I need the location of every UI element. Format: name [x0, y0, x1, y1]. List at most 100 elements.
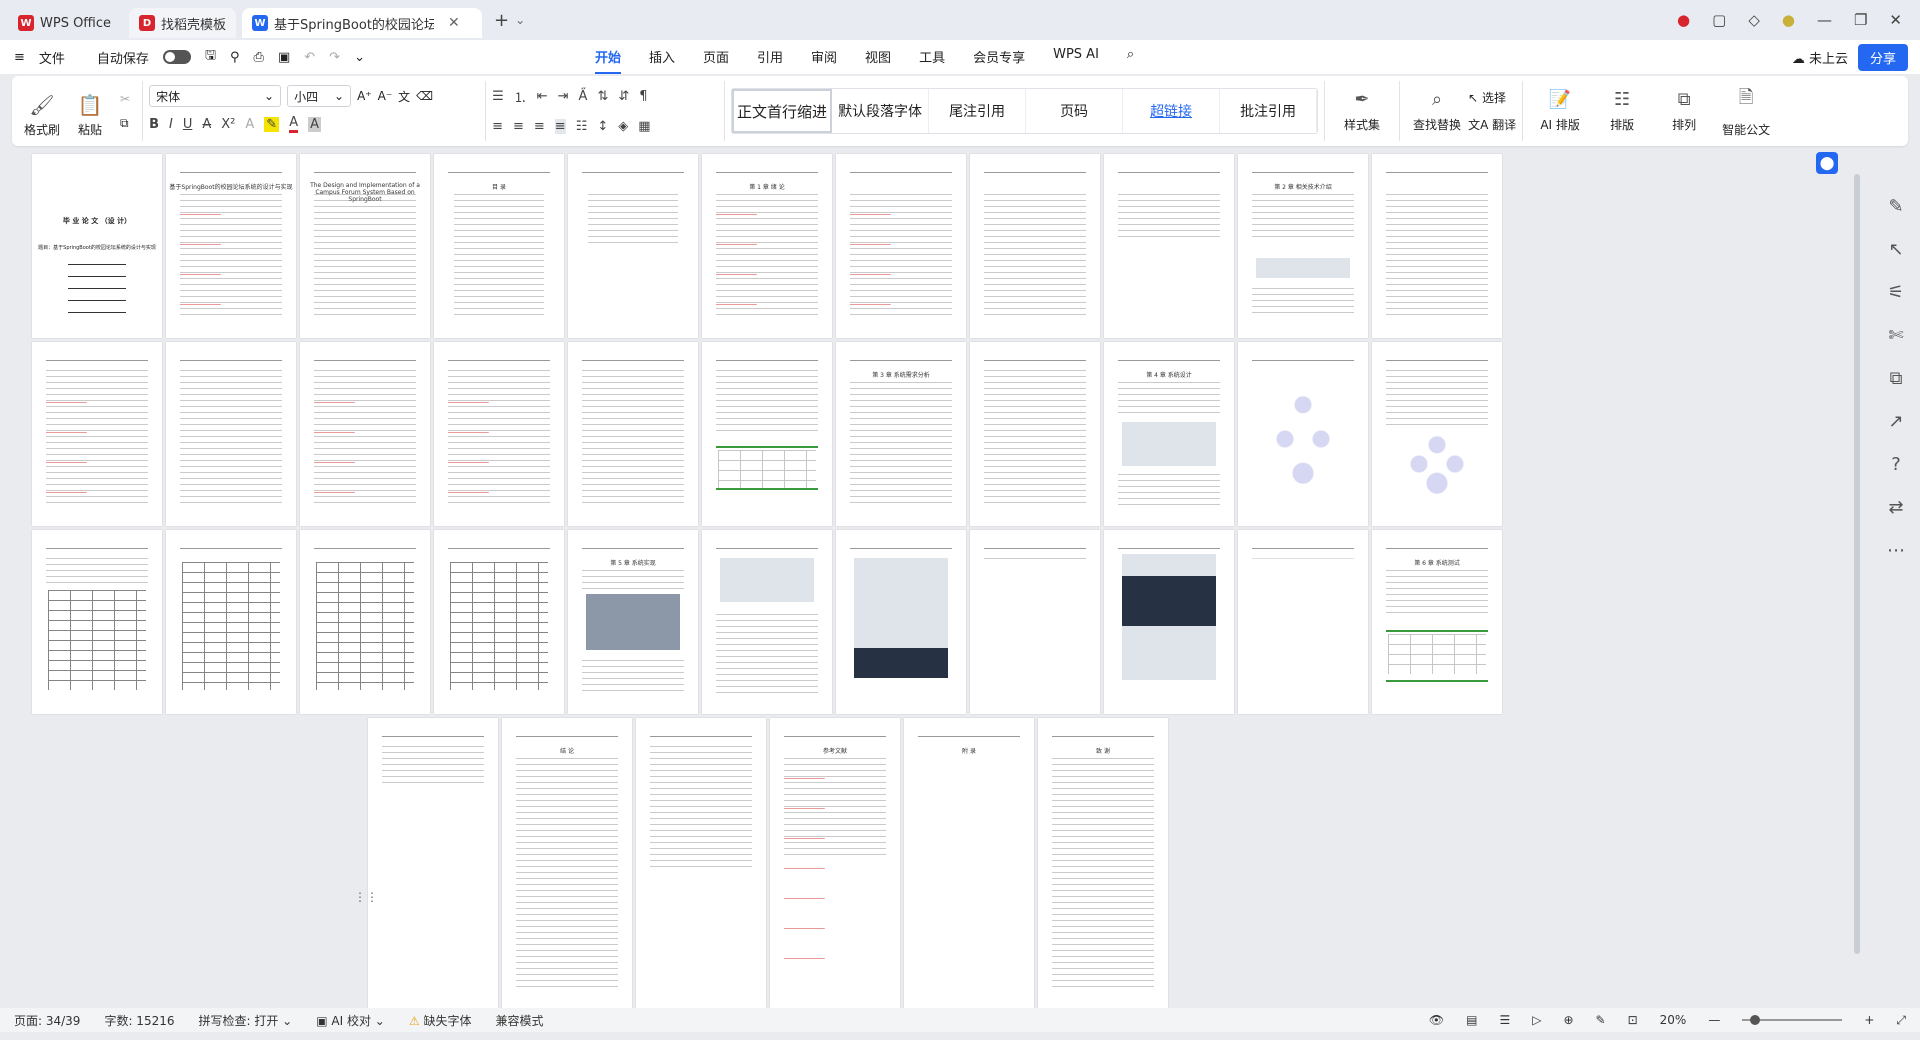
location-pin-icon[interactable]: ⬤	[1816, 152, 1838, 174]
format-icon[interactable]: ⚲	[230, 50, 240, 65]
page-thumbnail[interactable]: 第 4 章 系统设计	[1104, 342, 1234, 526]
style-item[interactable]: 默认段落字体	[832, 89, 930, 133]
menu-references[interactable]: 引用	[757, 41, 783, 74]
page-thumbnail[interactable]	[836, 530, 966, 714]
justify-icon[interactable]: ≡	[554, 118, 566, 134]
page-thumbnail[interactable]: 第 1 章 绪 论	[702, 154, 832, 338]
page-thumbnail[interactable]	[434, 530, 564, 714]
style-item[interactable]: 尾注引用	[929, 89, 1027, 133]
zoom-level[interactable]: 20%	[1660, 1013, 1687, 1027]
page-thumbnail[interactable]	[32, 342, 162, 526]
missing-font-warning[interactable]: ⚠ 缺失字体	[409, 1012, 472, 1029]
word-count[interactable]: 字数: 15216	[104, 1012, 174, 1029]
borders-icon[interactable]: ▦	[638, 119, 650, 134]
page-thumbnail[interactable]	[568, 154, 698, 338]
sort-icon[interactable]: ⇵	[618, 89, 629, 104]
skin-icon[interactable]: ◇	[1748, 11, 1760, 29]
menu-insert[interactable]: 插入	[649, 41, 675, 74]
zoom-in-icon[interactable]: +	[1864, 1013, 1874, 1027]
page-thumbnail[interactable]	[1238, 342, 1368, 526]
page-thumbnail[interactable]	[1104, 530, 1234, 714]
align-left-icon[interactable]: ≡	[492, 119, 503, 134]
close-tab-icon[interactable]: ✕	[448, 15, 460, 31]
page-thumbnail[interactable]: 第 6 章 系统测试	[1372, 530, 1502, 714]
edit-icon[interactable]: ✎	[1888, 196, 1903, 217]
page-thumbnail[interactable]	[702, 530, 832, 714]
phonetic-icon[interactable]: 文	[398, 88, 410, 105]
save-icon[interactable]: 🖫	[205, 46, 216, 68]
grow-font-icon[interactable]: A⁺	[357, 89, 372, 103]
cut-icon[interactable]: ✂	[120, 92, 130, 106]
page-thumbnail[interactable]	[970, 154, 1100, 338]
superscript-icon[interactable]: X²	[221, 117, 235, 132]
fullscreen-icon[interactable]: ⤢	[1896, 1013, 1906, 1028]
font-color-icon[interactable]: A	[289, 115, 299, 133]
web-view-icon[interactable]: ⊕	[1563, 1013, 1573, 1027]
menu-wps-ai[interactable]: WPS AI	[1053, 41, 1099, 74]
distribute-icon[interactable]: ☷	[576, 119, 588, 134]
select-cursor-icon[interactable]: ↖	[1888, 239, 1903, 260]
page-thumbnail[interactable]	[970, 342, 1100, 526]
decrease-indent-icon[interactable]: ⇤	[537, 89, 548, 104]
page-thumbnail[interactable]: 致 谢	[1038, 718, 1168, 1008]
style-item[interactable]: 批注引用	[1220, 89, 1318, 133]
file-menu[interactable]: 文件	[39, 48, 65, 67]
page-thumbnail[interactable]	[368, 718, 498, 1008]
page-thumbnail[interactable]: 基于SpringBoot的校园论坛系统的设计与实现	[166, 154, 296, 338]
layout-button[interactable]: ☷ 排版	[1591, 89, 1653, 133]
char-shading-icon[interactable]: A	[308, 116, 321, 132]
undo-icon[interactable]: ↶	[304, 50, 315, 65]
text-effect-icon[interactable]: A	[245, 117, 254, 132]
menu-review[interactable]: 审阅	[811, 41, 837, 74]
tools-icon[interactable]: ✄	[1888, 325, 1903, 346]
page-thumbnail[interactable]	[836, 154, 966, 338]
new-tab-icon[interactable]: +	[494, 10, 509, 31]
page-thumbnail[interactable]	[166, 342, 296, 526]
page-thumbnail[interactable]: The Design and Implementation of a Campu…	[300, 154, 430, 338]
page-thumbnail[interactable]	[300, 342, 430, 526]
help-icon[interactable]: ?	[1891, 454, 1901, 475]
style-item[interactable]: 正文首行缩进	[732, 89, 833, 133]
font-name-select[interactable]: 宋体 ⌄	[149, 85, 282, 107]
page-thumbnail[interactable]	[434, 342, 564, 526]
menu-member[interactable]: 会员专享	[973, 41, 1025, 74]
page-thumbnail[interactable]: 第 3 章 系统需求分析	[836, 342, 966, 526]
page-view-icon[interactable]: ▤	[1466, 1013, 1477, 1027]
show-marks-icon[interactable]: ¶	[639, 89, 647, 104]
translate-button[interactable]: 文A 翻译	[1468, 116, 1516, 133]
layers-icon[interactable]: ⧉	[1890, 368, 1903, 389]
print-icon[interactable]: ⎙	[254, 50, 264, 65]
page-thumbnail[interactable]: 第 5 章 系统实现	[568, 530, 698, 714]
chinese-layout-icon[interactable]: A̋	[579, 89, 588, 104]
drag-handle-icon[interactable]: ⋮⋮	[354, 890, 378, 904]
search-icon[interactable]: ⌕	[1127, 41, 1134, 74]
page-thumbnail[interactable]: 第 2 章 相关技术介绍	[1238, 154, 1368, 338]
style-set-button[interactable]: ✒ 样式集	[1331, 89, 1393, 133]
redo-icon[interactable]: ↷	[329, 50, 340, 65]
text-direction-icon[interactable]: ⇅	[597, 89, 608, 104]
ai-layout-button[interactable]: 📝 AI 排版	[1529, 89, 1591, 133]
clear-format-icon[interactable]: ⌫	[416, 89, 433, 103]
tab-wps-office[interactable]: W WPS Office	[8, 8, 121, 38]
vertical-scrollbar[interactable]	[1852, 156, 1862, 1002]
autosave-toggle[interactable]	[162, 50, 191, 64]
line-spacing-icon[interactable]: ↕	[597, 119, 608, 134]
spell-check-toggle[interactable]: 拼写检查: 打开 ⌄	[199, 1012, 293, 1029]
page-thumbnail[interactable]	[702, 342, 832, 526]
app-ai-icon[interactable]: ●	[1677, 11, 1690, 29]
underline-icon[interactable]: U	[183, 117, 193, 132]
find-replace-button[interactable]: ⌕ 查找替换	[1406, 89, 1468, 133]
page-thumbnail[interactable]: 附 录	[904, 718, 1034, 1008]
cube-icon[interactable]: ▢	[1712, 11, 1726, 29]
zoom-out-icon[interactable]: —	[1708, 1013, 1720, 1027]
hamburger-icon[interactable]: ≡	[14, 50, 25, 65]
play-icon[interactable]: ▷	[1532, 1013, 1541, 1027]
bullets-icon[interactable]: ☰	[492, 89, 504, 104]
font-size-select[interactable]: 小四 ⌄	[287, 85, 352, 107]
bold-icon[interactable]: B	[149, 117, 159, 132]
quick-access-chevron-icon[interactable]: ⌄	[354, 50, 365, 65]
page-thumbnail[interactable]: 目 录	[434, 154, 564, 338]
italic-icon[interactable]: I	[169, 117, 173, 132]
menu-home[interactable]: 开始	[594, 41, 621, 74]
page-thumbnail[interactable]	[636, 718, 766, 1008]
